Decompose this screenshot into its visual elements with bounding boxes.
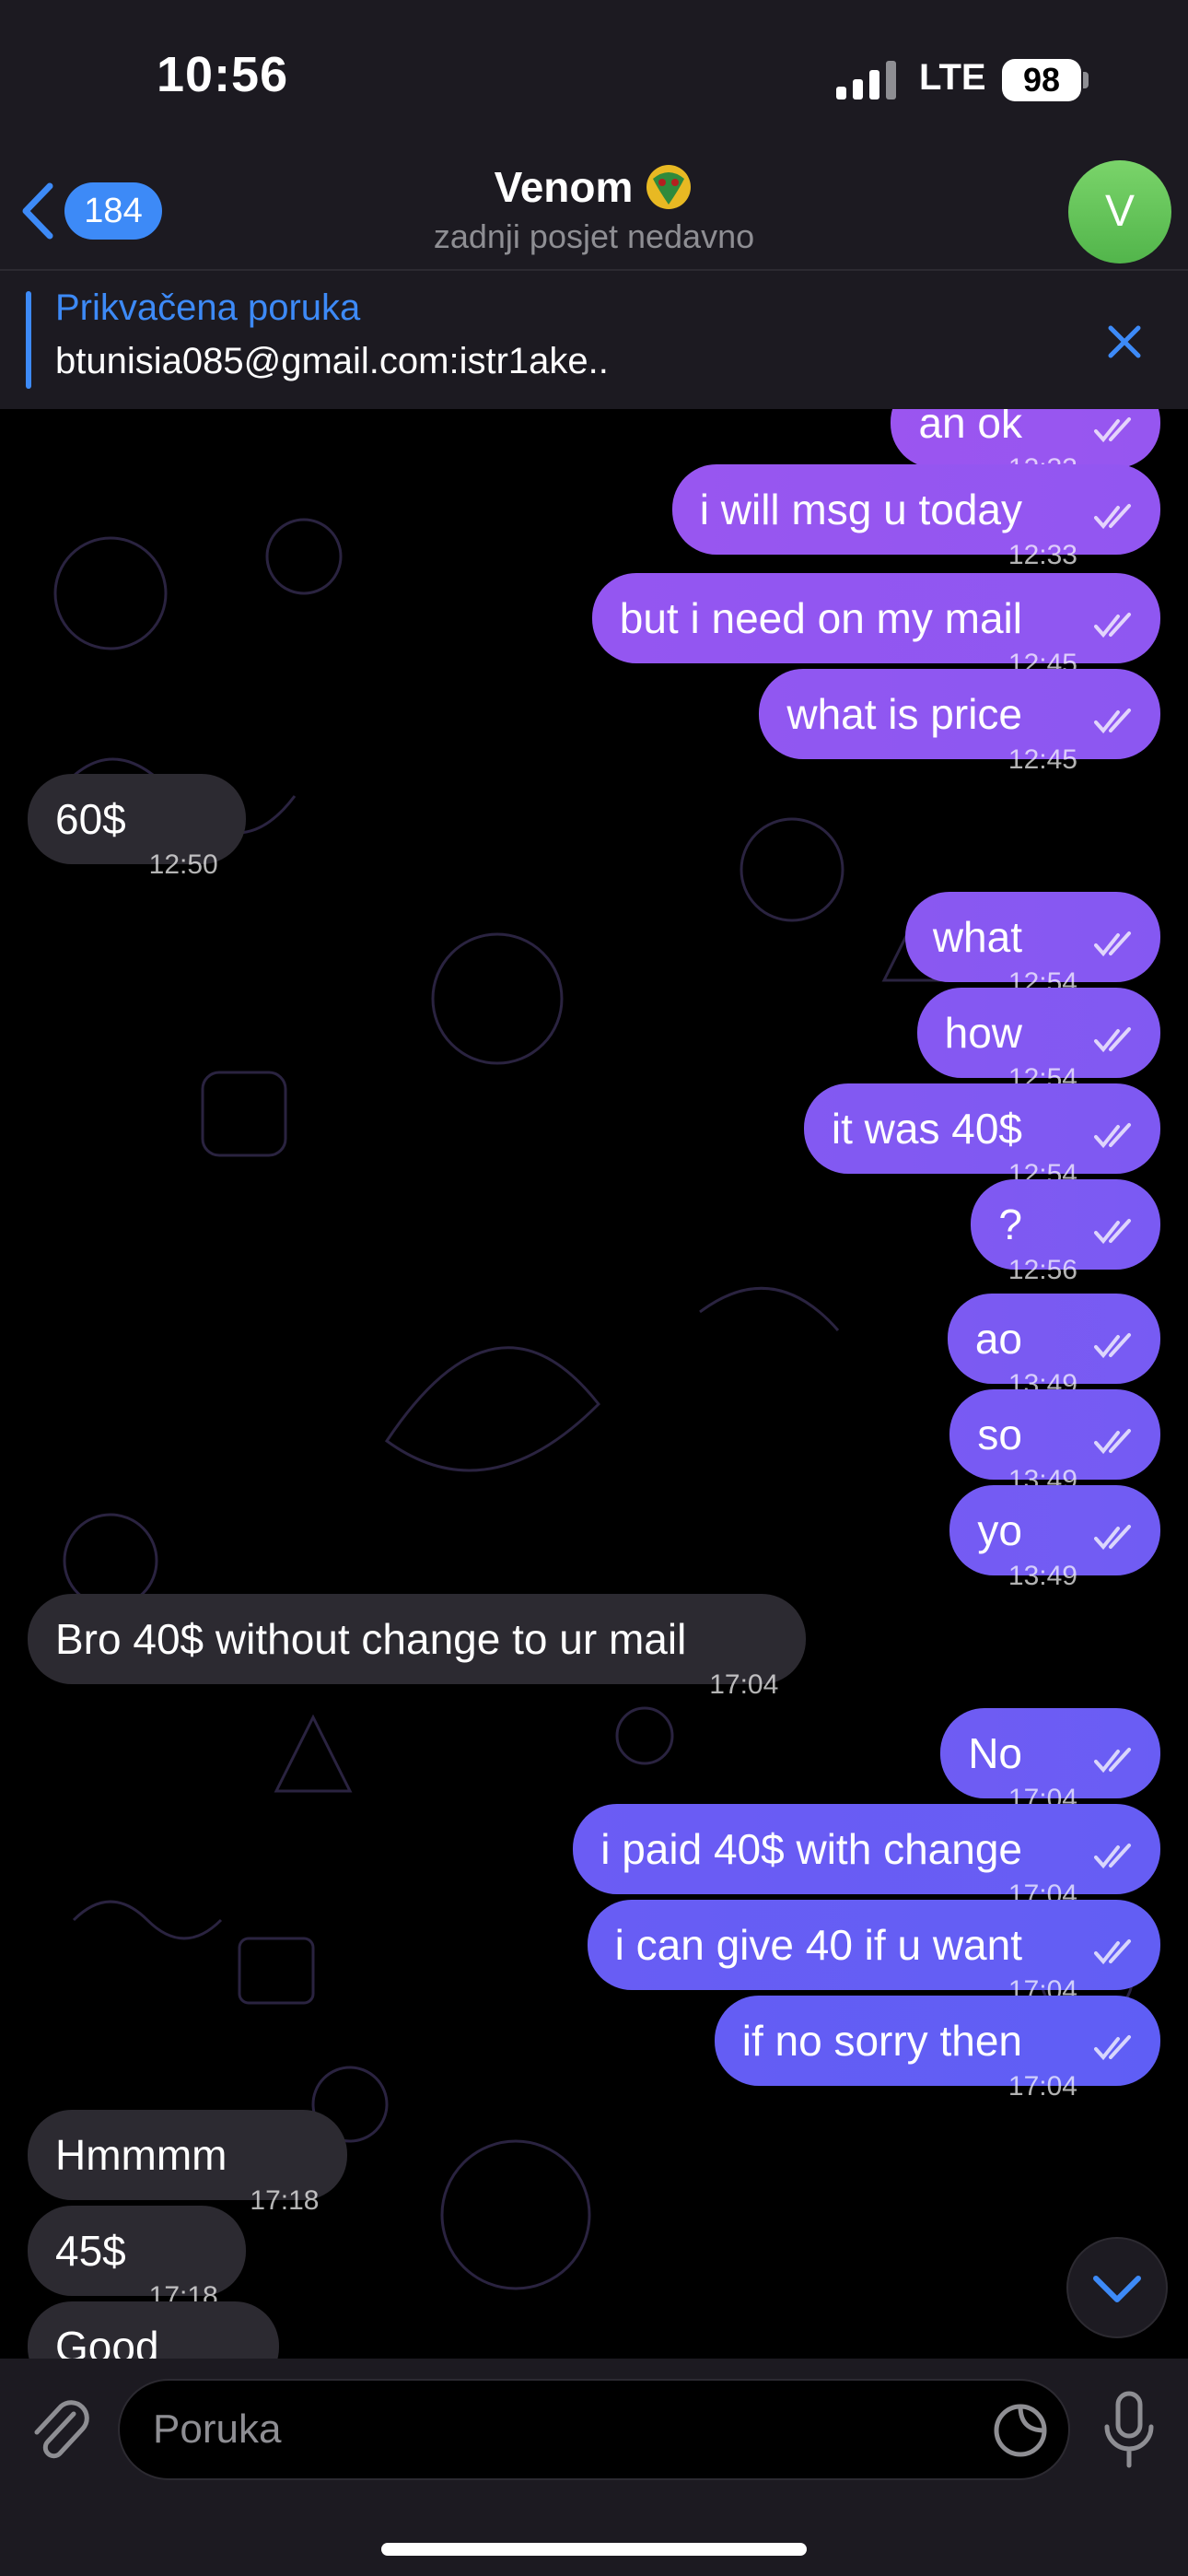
- read-checkmarks-icon: [1094, 1844, 1131, 1869]
- message-input[interactable]: Poruka: [118, 2379, 1070, 2480]
- pinned-message-bar[interactable]: Prikvačena poruka btunisia085@gmail.com:…: [0, 271, 1188, 409]
- message-text: Bro 40$ without change to ur mail: [55, 1615, 687, 1663]
- battery-tip: [1083, 72, 1089, 88]
- message-input-bar: Poruka: [0, 2359, 1188, 2576]
- outgoing-message[interactable]: how 12:54: [916, 988, 1160, 1094]
- message-time: 17:04: [709, 1669, 779, 1700]
- sticker-icon[interactable]: [993, 2403, 1048, 2458]
- message-input-placeholder: Poruka: [153, 2406, 282, 2452]
- read-checkmarks-icon: [1094, 2035, 1131, 2061]
- outgoing-message[interactable]: an ok12:33: [891, 409, 1160, 484]
- message-text: it was 40$: [831, 1105, 1022, 1153]
- read-checkmarks-icon: [1094, 1219, 1131, 1245]
- message-text: Good: [55, 2323, 159, 2359]
- read-checkmarks-icon: [1094, 1429, 1131, 1455]
- message-time: 17:04: [1007, 2071, 1077, 2102]
- top-bar: 10:56 LTE 98 184 Venom zadnji posjet ned…: [0, 0, 1188, 269]
- message-time: 12:45: [1007, 744, 1077, 775]
- read-checkmarks-icon: [1094, 708, 1131, 734]
- incoming-message[interactable]: Hmmmm 17:18: [28, 2110, 347, 2216]
- outgoing-message[interactable]: ao 13:49: [947, 1294, 1160, 1399]
- outgoing-message[interactable]: yo 13:49: [949, 1485, 1160, 1591]
- incoming-message[interactable]: 45$ 17:18: [28, 2206, 246, 2312]
- read-checkmarks-icon: [1094, 931, 1131, 957]
- message-text: if no sorry then: [741, 2017, 1022, 2065]
- outgoing-message[interactable]: i can give 40 if u want 17:04: [587, 1900, 1160, 2006]
- chat-area[interactable]: an ok12:33i will msg u today12:33but i n…: [0, 409, 1188, 2359]
- microphone-icon[interactable]: [1101, 2390, 1157, 2469]
- read-checkmarks-icon: [1094, 613, 1131, 638]
- battery-icon: 98: [1002, 59, 1081, 101]
- incoming-message[interactable]: Good 17:18: [28, 2301, 279, 2359]
- read-checkmarks-icon: [1094, 1525, 1131, 1551]
- message-text: 45$: [55, 2227, 126, 2275]
- status-time: 10:56: [157, 47, 289, 102]
- close-icon[interactable]: [1101, 319, 1147, 365]
- message-text: i can give 40 if u want: [614, 1921, 1022, 1969]
- outgoing-message[interactable]: ? 12:56: [971, 1179, 1160, 1285]
- message-text: i paid 40$ with change: [600, 1825, 1022, 1873]
- read-checkmarks-icon: [1094, 417, 1131, 443]
- network-type: LTE: [919, 57, 986, 98]
- outgoing-message[interactable]: i will msg u today 12:33: [671, 464, 1160, 570]
- signal-icon: [836, 61, 897, 100]
- message-time: 12:50: [148, 849, 218, 880]
- message-text: what is price: [786, 690, 1022, 738]
- read-checkmarks-icon: [1094, 1748, 1131, 1774]
- attach-icon[interactable]: [28, 2394, 92, 2467]
- venom-emoji-icon: [646, 165, 692, 209]
- outgoing-message[interactable]: what 12:54: [904, 892, 1160, 998]
- pinned-text: btunisia085@gmail.com:istr1ake..: [55, 341, 609, 381]
- read-checkmarks-icon: [1094, 1333, 1131, 1359]
- chevron-down-icon: [1093, 2276, 1141, 2302]
- home-indicator: [381, 2543, 807, 2556]
- avatar[interactable]: V: [1068, 160, 1171, 263]
- outgoing-message[interactable]: it was 40$ 12:54: [803, 1083, 1160, 1189]
- message-time: 17:18: [181, 2348, 250, 2359]
- incoming-message[interactable]: 60$ 12:50: [28, 774, 246, 880]
- incoming-message[interactable]: Bro 40$ without change to ur mail 17:04: [28, 1594, 807, 1700]
- outgoing-message[interactable]: but i need on my mail 12:45: [591, 573, 1160, 679]
- chat-title-text: Venom: [494, 163, 634, 211]
- message-text: an ok: [918, 409, 1022, 447]
- message-text: 60$: [55, 795, 126, 843]
- message-text: i will msg u today: [699, 486, 1022, 533]
- scroll-down-button[interactable]: [1066, 2237, 1168, 2338]
- message-time: 13:49: [1007, 1561, 1077, 1591]
- outgoing-message[interactable]: what is price 12:45: [759, 669, 1160, 775]
- outgoing-message[interactable]: No 17:04: [940, 1708, 1160, 1814]
- outgoing-message[interactable]: so 13:49: [949, 1389, 1160, 1495]
- message-time: 17:18: [250, 2185, 320, 2216]
- message-text: but i need on my mail: [619, 594, 1022, 642]
- pinned-title: Prikvačena poruka: [55, 287, 361, 328]
- outgoing-message[interactable]: i paid 40$ with change 17:04: [573, 1804, 1160, 1910]
- outgoing-message[interactable]: if no sorry then 17:04: [714, 1996, 1160, 2102]
- read-checkmarks-icon: [1094, 1027, 1131, 1053]
- pinned-indicator: [26, 291, 31, 389]
- chat-title[interactable]: Venom: [0, 162, 1188, 212]
- read-checkmarks-icon: [1094, 504, 1131, 530]
- read-checkmarks-icon: [1094, 1123, 1131, 1149]
- last-seen-status: zadnji posjet nedavno: [433, 217, 755, 255]
- read-checkmarks-icon: [1094, 1939, 1131, 1965]
- message-text: Hmmmm: [55, 2131, 227, 2179]
